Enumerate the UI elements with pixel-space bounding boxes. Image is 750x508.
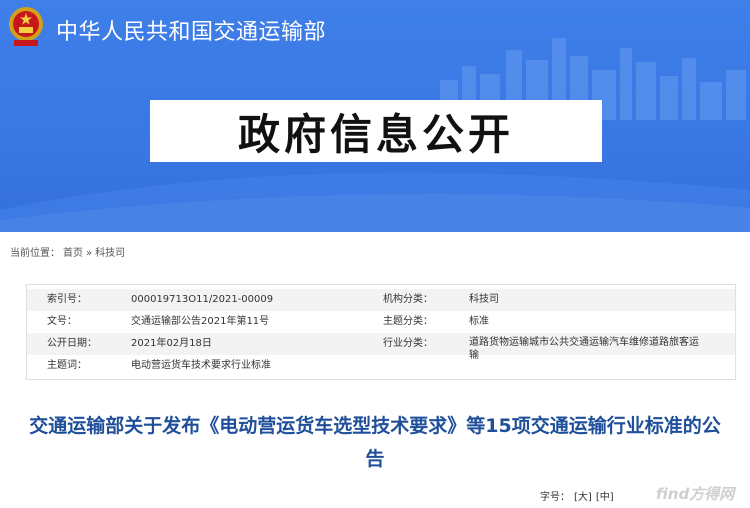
font-size-medium-button[interactable]: [中] — [596, 492, 614, 503]
breadcrumb-home-link[interactable]: 首页 — [63, 248, 83, 259]
publish-date-value: 2021年02月18日 — [131, 338, 212, 349]
publish-date-label: 公开日期： — [47, 338, 97, 349]
banner-title: 政府信息公开 — [237, 109, 514, 159]
org-category-label: 机构分类： — [383, 294, 433, 305]
industry-category-label: 行业分类： — [383, 338, 433, 349]
keywords-label: 主题词： — [47, 360, 87, 371]
org-category-value: 科技司 — [469, 294, 499, 305]
meta-row: 文号： 交通运输部公告2021年第11号 主题分类： 标准 — [27, 311, 735, 333]
breadcrumb-separator: » — [86, 248, 93, 259]
breadcrumb-label: 当前位置： — [10, 248, 60, 259]
breadcrumb: 当前位置： 首页» 科技司 — [10, 244, 128, 259]
header-banner: 中华人民共和国交通运输部 政府信息公开 — [0, 0, 750, 232]
index-number-value: 000019713O11/2021-00009 — [131, 294, 274, 305]
doc-number-value: 交通运输部公告2021年第11号 — [131, 316, 270, 327]
font-size-label: 字号： — [540, 492, 570, 503]
meta-row: 主题词： 电动营运货车技术要求行业标准 — [27, 355, 735, 377]
font-size-large-button[interactable]: [大] — [574, 492, 592, 503]
banner-wave-decoration — [0, 172, 750, 232]
meta-row: 公开日期： 2021年02月18日 行业分类： 道路货物运输城市公共交通运输汽车… — [27, 333, 735, 361]
document-meta-table: 索引号： 000019713O11/2021-00009 机构分类： 科技司 文… — [26, 284, 736, 380]
keywords-value: 电动营运货车技术要求行业标准 — [131, 360, 271, 371]
banner-title-box: 政府信息公开 — [150, 100, 602, 162]
doc-number-label: 文号： — [47, 316, 77, 327]
ministry-name[interactable]: 中华人民共和国交通运输部 — [56, 14, 326, 46]
meta-row: 索引号： 000019713O11/2021-00009 机构分类： 科技司 — [27, 289, 735, 311]
national-emblem-icon — [9, 7, 43, 46]
breadcrumb-current[interactable]: 科技司 — [95, 248, 125, 259]
index-number-label: 索引号： — [47, 294, 87, 305]
topic-category-label: 主题分类： — [383, 316, 433, 327]
site-watermark: find方得网 — [656, 485, 735, 503]
topic-category-value: 标准 — [469, 316, 489, 327]
font-size-control: 字号： [大] [中] — [540, 488, 618, 503]
article-title: 交通运输部关于发布《电动营运货车选型技术要求》等15项交通运输行业标准的公告 — [29, 415, 721, 470]
